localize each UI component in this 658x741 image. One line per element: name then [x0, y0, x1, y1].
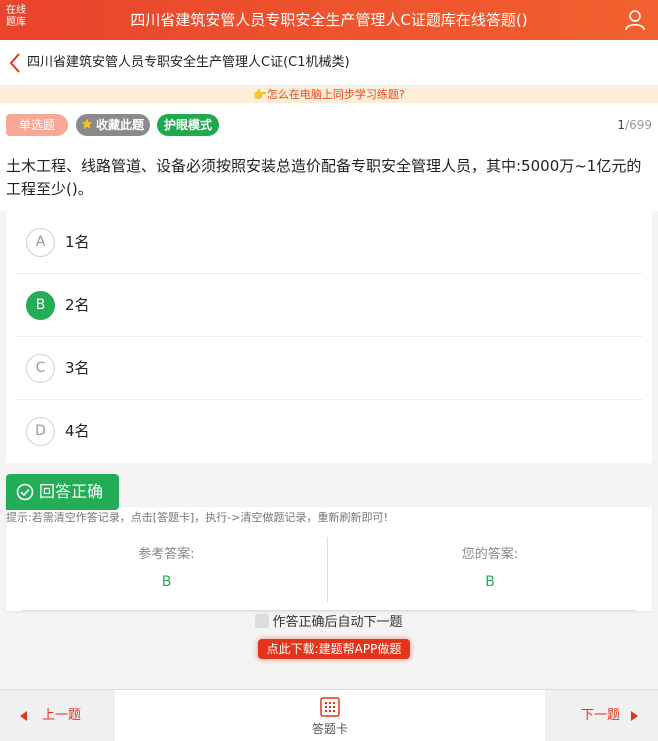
option-letter: D [26, 417, 55, 446]
check-circle-icon [16, 483, 34, 501]
option-text: 4名 [65, 422, 90, 440]
prev-label: 上一题 [42, 708, 82, 723]
option-letter: C [26, 354, 55, 383]
question-text: 土木工程、线路管道、设备必须按照安装总造价配备专职安全管理人员，其中:5000万… [0, 147, 658, 211]
eye-mode-button[interactable]: 护眼模式 [157, 114, 219, 136]
answer-correct-label: 回答正确 [39, 482, 104, 501]
next-label: 下一题 [581, 708, 621, 723]
download-app-button[interactable]: 点此下载:建题帮APP做题 [258, 639, 410, 659]
divider [22, 610, 636, 611]
your-answer-label: 您的答案: [461, 547, 519, 562]
your-answer: 您的答案: B [329, 537, 651, 603]
exam-title[interactable]: 四川省建筑安管人员专职安全生产管理人C证(C1机械类) [27, 40, 350, 86]
option-letter: B [26, 291, 55, 320]
auto-next-toggle[interactable]: 作答正确后自动下一题 [0, 613, 658, 633]
answer-correct-badge: 回答正确 [6, 474, 119, 510]
page-title: 四川省建筑安管人员专职安全生产管理人C证题库在线答题() [130, 11, 528, 29]
clear-record-hint: 提示:若需清空作答记录，点击[答题卡]，执行->清空做题记录，重新刷新即可! [6, 511, 388, 524]
question-header: 单选题 收藏此题 护眼模式 1/699 [0, 103, 658, 147]
answer-card-button[interactable]: 答题卡 [115, 690, 545, 741]
option-text: 2名 [65, 296, 90, 314]
back-arrow-icon[interactable] [8, 52, 22, 74]
caret-left-icon [20, 711, 27, 721]
favorite-button[interactable]: 收藏此题 [76, 114, 150, 136]
auto-next-checkbox[interactable] [255, 614, 270, 628]
auto-next-label: 作答正确后自动下一题 [272, 615, 403, 630]
question-counter: 1/699 [617, 103, 652, 147]
reference-answer-value: B [161, 574, 172, 590]
option-text: 3名 [65, 359, 90, 377]
reference-answer-label: 参考答案: [138, 547, 195, 562]
your-answer-value: B [485, 574, 495, 590]
caret-right-icon [631, 711, 638, 721]
bottom-bar: 上一题 答题卡 下一题 [0, 689, 658, 741]
sync-tip-link[interactable]: 👉怎么在电脑上同步学习练题? [0, 87, 658, 103]
favorite-label: 收藏此题 [96, 118, 145, 132]
answer-card-label: 答题卡 [311, 722, 348, 736]
option-d[interactable]: D 4名 [16, 400, 642, 463]
option-letter: A [26, 228, 55, 257]
answer-panel: 提示:若需清空作答记录，点击[答题卡]，执行->清空做题记录，重新刷新即可! 参… [6, 507, 652, 611]
option-b[interactable]: B 2名 [16, 274, 642, 337]
question-type-badge: 单选题 [6, 114, 68, 136]
current-question-number: 1 [617, 118, 626, 132]
prev-question-button[interactable]: 上一题 [0, 690, 115, 741]
total-questions: /699 [625, 118, 652, 132]
nav-bar: 四川省建筑安管人员专职安全生产管理人C证(C1机械类) [0, 40, 658, 86]
star-icon [81, 118, 93, 129]
next-question-button[interactable]: 下一题 [545, 690, 658, 741]
top-bar: 在线 题库 四川省建筑安管人员专职安全生产管理人C证题库在线答题() [0, 0, 658, 40]
option-a[interactable]: A 1名 [16, 211, 642, 274]
option-c[interactable]: C 3名 [16, 337, 642, 400]
reference-answer: 参考答案: B [6, 537, 328, 603]
option-text: 1名 [65, 233, 90, 251]
user-icon[interactable] [624, 9, 646, 31]
grid-card-icon [320, 697, 340, 717]
options-list: A 1名 B 2名 C 3名 D 4名 [6, 211, 652, 463]
